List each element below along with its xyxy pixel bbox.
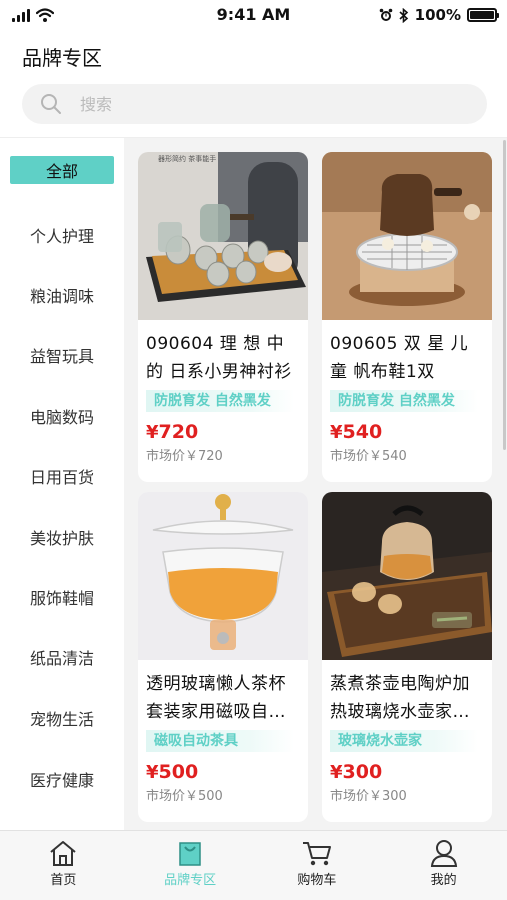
tab-brand-zone[interactable]: 品牌专区 — [127, 831, 254, 900]
sidebar-item-label: 服饰鞋帽 — [29, 589, 94, 608]
product-name: 090605 双 星 儿 童 帆布鞋1双 — [330, 334, 469, 382]
product-card[interactable]: 蒸煮茶壶电陶炉加热玻璃烧水壶家… 玻璃烧水壶家 ¥300 市场价￥300 — [322, 492, 492, 822]
sidebar-item-pets[interactable]: 宠物生活 — [10, 703, 114, 733]
home-icon — [50, 841, 77, 866]
battery-icon — [467, 8, 499, 22]
tab-label: 我的 — [430, 873, 457, 888]
price-value: 300 — [342, 761, 383, 783]
alarm-icon — [379, 8, 392, 21]
product-image-glass-cup — [138, 492, 308, 660]
search-input[interactable] — [80, 94, 440, 114]
bottom-tab-bar: 首页 品牌专区 购物车 我的 — [0, 830, 507, 900]
search-bar[interactable] — [22, 84, 487, 124]
product-image-glass-kettle — [322, 492, 492, 660]
user-icon — [430, 840, 457, 867]
sidebar-item-apparel[interactable]: 服饰鞋帽 — [10, 582, 114, 612]
sidebar-item-digital[interactable]: 电脑数码 — [10, 401, 114, 431]
tab-cart[interactable]: 购物车 — [254, 831, 381, 900]
currency-symbol: ¥ — [146, 422, 159, 443]
tab-label: 购物车 — [297, 873, 337, 888]
product-tag: 玻璃烧水壶家 — [330, 730, 478, 752]
cart-icon — [302, 842, 331, 866]
product-name: 090604 理 想 中 的 日系小男神衬衫 — [146, 334, 292, 382]
price-value: 720 — [158, 421, 199, 443]
product-name: 透明玻璃懒人茶杯套装家用磁吸自… — [146, 674, 286, 722]
product-price: ¥300 — [330, 760, 492, 785]
sidebar-item-label: 日用百货 — [29, 468, 94, 487]
sidebar-item-daily-goods[interactable]: 日用百货 — [10, 461, 114, 491]
sidebar-item-personal-care[interactable]: 个人护理 — [10, 220, 114, 250]
tab-label: 首页 — [50, 873, 77, 888]
sidebar-item-label: 医疗健康 — [29, 771, 94, 790]
sidebar-item-label: 益智玩具 — [29, 347, 94, 366]
status-right: 100% — [379, 6, 499, 24]
category-sidebar: 全部 个人护理 粮油调味 益智玩具 电脑数码 日用百货 美妆护肤 服饰鞋帽 纸品… — [0, 138, 124, 830]
sidebar-item-label: 美妆护肤 — [29, 529, 94, 548]
product-price: ¥500 — [146, 760, 308, 785]
product-image-caption: 器形简约 茶事能手 — [158, 155, 217, 163]
product-image-tea-set — [138, 152, 308, 320]
product-tag: 防脱育发 自然黑发 — [146, 390, 294, 412]
product-price: ¥720 — [146, 420, 308, 445]
sidebar-item-label: 全部 — [45, 162, 78, 181]
sidebar-item-beauty[interactable]: 美妆护肤 — [10, 522, 114, 552]
tab-mine[interactable]: 我的 — [380, 831, 507, 900]
product-image-clay-pot — [322, 152, 492, 320]
product-card[interactable]: 器形简约 茶事能手 090604 理 想 中 的 日系小男神衬衫 防脱育发 自然… — [138, 152, 308, 482]
sidebar-item-label: 个人护理 — [29, 227, 94, 246]
product-name: 蒸煮茶壶电陶炉加热玻璃烧水壶家… — [330, 674, 470, 722]
sidebar-item-all[interactable]: 全部 — [10, 156, 114, 184]
bag-icon — [179, 842, 201, 866]
status-bar: 9:41 AM 100% — [0, 0, 507, 30]
sidebar-item-toys[interactable]: 益智玩具 — [10, 340, 114, 370]
tab-home[interactable]: 首页 — [0, 831, 127, 900]
product-card[interactable]: 透明玻璃懒人茶杯套装家用磁吸自… 磁吸自动茶具 ¥500 市场价￥500 — [138, 492, 308, 822]
battery-fill — [470, 11, 494, 19]
product-card[interactable]: 090605 双 星 儿 童 帆布鞋1双 防脱育发 自然黑发 ¥540 市场价￥… — [322, 152, 492, 482]
sidebar-item-label: 粮油调味 — [29, 287, 94, 306]
sidebar-item-label: 电脑数码 — [29, 408, 94, 427]
tab-label: 品牌专区 — [164, 873, 217, 888]
search-icon — [41, 94, 61, 114]
product-price: ¥540 — [330, 420, 492, 445]
sidebar-item-paper-cleaning[interactable]: 纸品清洁 — [10, 642, 114, 672]
market-price: 市场价￥720 — [146, 449, 223, 464]
page-title: 品牌专区 — [22, 46, 102, 70]
sidebar-item-label: 纸品清洁 — [29, 649, 94, 668]
market-price: 市场价￥300 — [330, 789, 407, 804]
market-price: 市场价￥540 — [330, 449, 407, 464]
sidebar-item-health[interactable]: 医疗健康 — [10, 764, 114, 794]
product-tag: 磁吸自动茶具 — [146, 730, 294, 752]
price-value: 500 — [158, 761, 199, 783]
sidebar-item-grain-oil[interactable]: 粮油调味 — [10, 280, 114, 310]
battery-percent: 100% — [414, 6, 461, 24]
bluetooth-icon — [399, 7, 408, 23]
product-grid[interactable]: 器形简约 茶事能手 090604 理 想 中 的 日系小男神衬衫 防脱育发 自然… — [124, 138, 507, 830]
currency-symbol: ¥ — [330, 422, 343, 443]
market-price: 市场价￥500 — [146, 789, 223, 804]
scrollbar[interactable] — [503, 140, 506, 450]
currency-symbol: ¥ — [146, 762, 159, 783]
price-value: 540 — [342, 421, 383, 443]
currency-symbol: ¥ — [330, 762, 343, 783]
sidebar-item-label: 宠物生活 — [29, 710, 94, 729]
product-tag: 防脱育发 自然黑发 — [330, 390, 478, 412]
